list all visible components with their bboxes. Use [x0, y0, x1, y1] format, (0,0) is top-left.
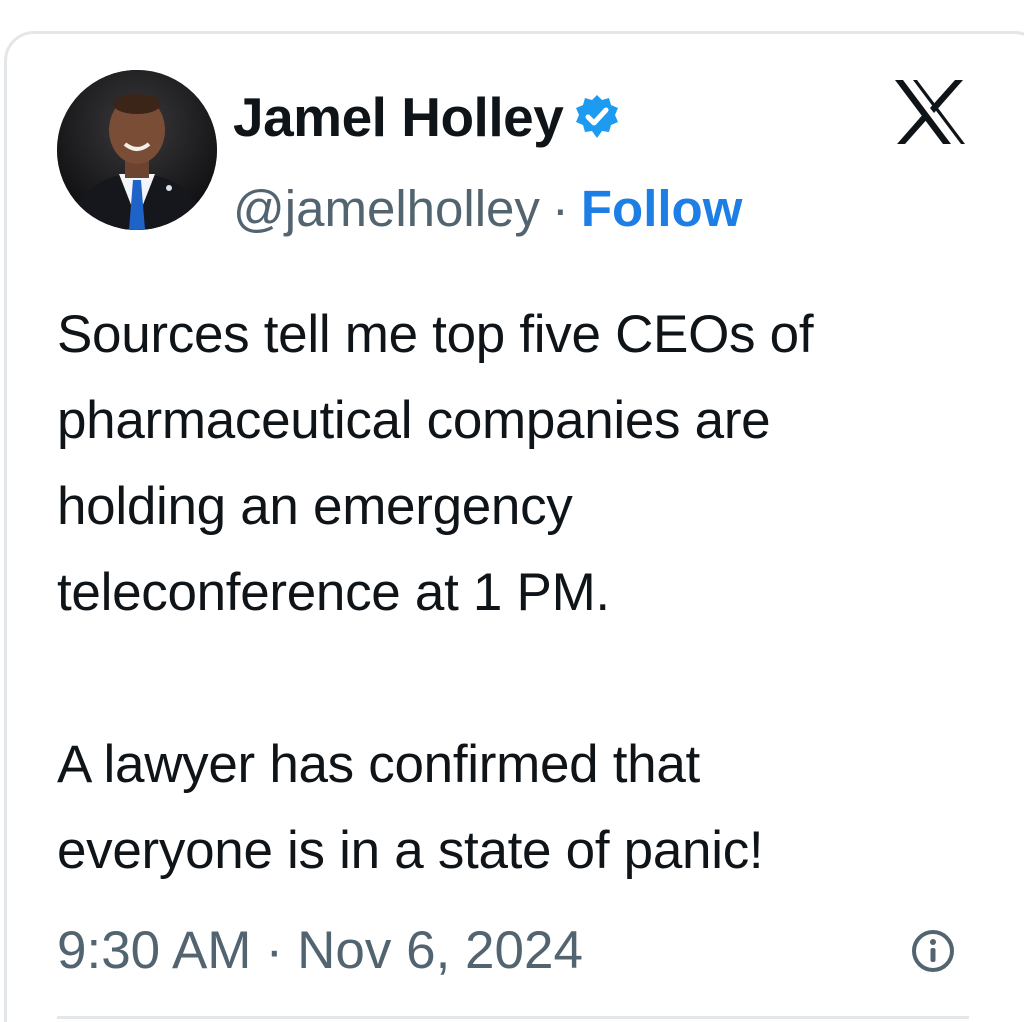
tweet-line: everyone is in a state of panic! — [57, 821, 764, 880]
tweet-date[interactable]: Nov 6, 2024 — [297, 920, 583, 981]
info-icon[interactable] — [910, 928, 956, 974]
page: Jamel Holley @jamelholley · Follow Sourc… — [0, 0, 1024, 1022]
divider — [57, 1016, 969, 1019]
x-logo-icon[interactable] — [893, 78, 967, 146]
separator-dot: · — [265, 920, 284, 980]
tweet-line: teleconference at 1 PM. — [57, 563, 610, 622]
handle[interactable]: @jamelholley — [233, 179, 540, 238]
profile-photo-icon — [57, 70, 217, 230]
tweet-line: pharmaceutical companies are — [57, 391, 771, 450]
tweet-text: Sources tell me top five CEOs of pharmac… — [57, 292, 997, 894]
display-name[interactable]: Jamel Holley — [233, 85, 564, 149]
tweet-line: holding an emergency — [57, 477, 573, 536]
tweet-time[interactable]: 9:30 AM — [57, 920, 251, 981]
display-name-row[interactable]: Jamel Holley — [233, 82, 621, 152]
verified-badge-icon — [573, 93, 621, 141]
follow-button[interactable]: Follow — [581, 179, 742, 238]
handle-row: @jamelholley · Follow — [233, 176, 742, 240]
avatar[interactable] — [57, 70, 217, 230]
tweet-line: Sources tell me top five CEOs of — [57, 305, 814, 364]
separator-dot: · — [551, 179, 569, 237]
timestamp-row[interactable]: 9:30 AM · Nov 6, 2024 — [57, 915, 583, 985]
tweet-line: A lawyer has confirmed that — [57, 735, 700, 794]
